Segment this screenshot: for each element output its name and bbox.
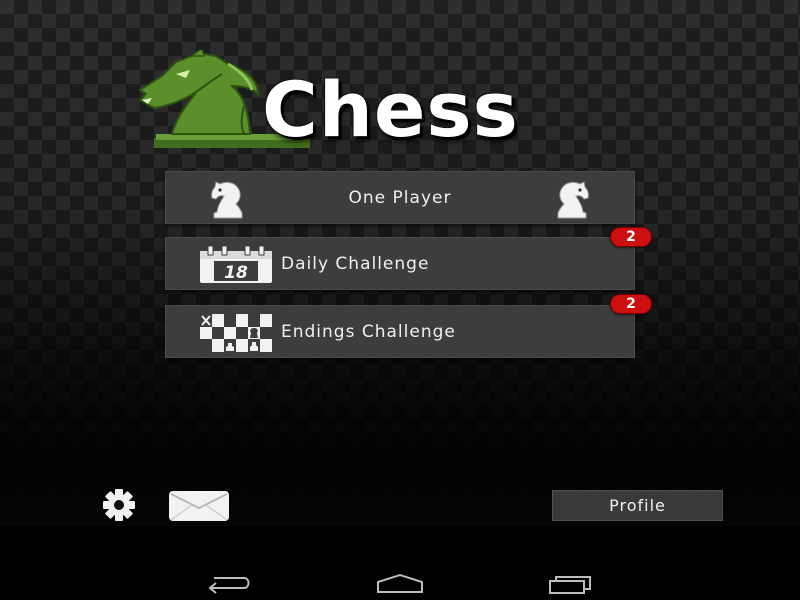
- knight-icon: [557, 181, 589, 219]
- back-icon[interactable]: [202, 572, 254, 594]
- one-player-button[interactable]: One Player: [165, 171, 635, 224]
- app-title: Chess: [262, 65, 519, 154]
- system-navigation-bar: [0, 526, 800, 600]
- daily-challenge-label: Daily Challenge: [281, 254, 430, 274]
- chess-board-icon: [200, 314, 272, 352]
- calendar-icon: 18: [200, 245, 272, 283]
- home-icon[interactable]: [374, 572, 426, 594]
- profile-button[interactable]: Profile: [552, 490, 723, 521]
- daily-challenge-badge: 2: [610, 227, 652, 247]
- endings-challenge-label: Endings Challenge: [281, 322, 456, 342]
- endings-challenge-button[interactable]: Endings Challenge: [165, 305, 635, 358]
- gear-icon[interactable]: [90, 488, 148, 522]
- recent-apps-icon[interactable]: [546, 572, 598, 594]
- main-menu-screen: Chess One Player 18 Daily Challenge 2 En…: [0, 0, 800, 526]
- calendar-day: 18: [224, 263, 248, 283]
- endings-challenge-badge: 2: [610, 294, 652, 314]
- daily-challenge-button[interactable]: 18 Daily Challenge: [165, 237, 635, 290]
- envelope-icon[interactable]: [168, 490, 230, 522]
